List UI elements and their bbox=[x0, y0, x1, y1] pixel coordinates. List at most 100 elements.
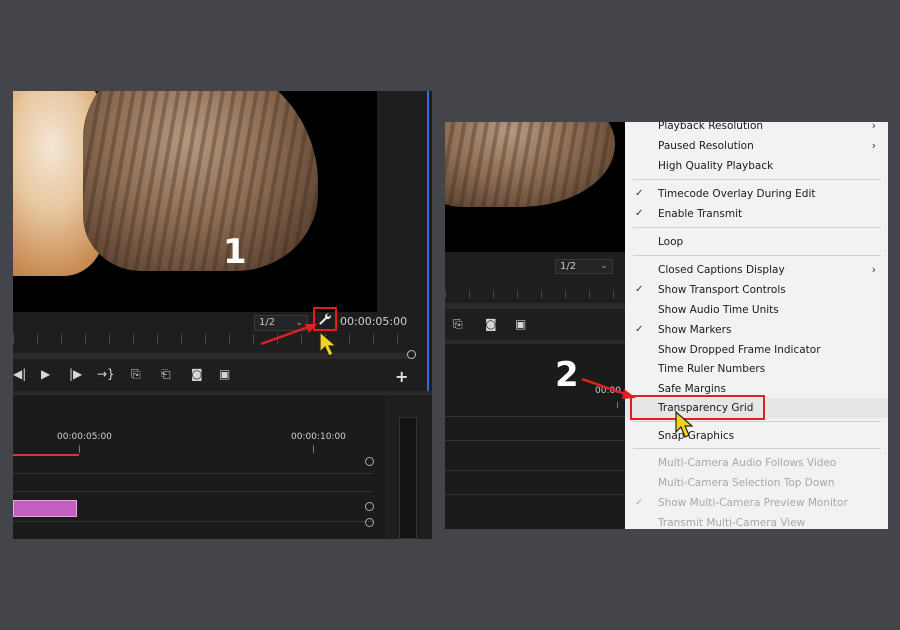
scrub-bar[interactable] bbox=[13, 353, 413, 359]
menu-separator bbox=[633, 255, 881, 256]
audio-meter bbox=[399, 417, 417, 539]
chevron-down-icon: ⌄ bbox=[600, 261, 608, 271]
menu-item[interactable]: High Quality Playback bbox=[625, 156, 888, 176]
scroll-handle[interactable] bbox=[365, 502, 374, 511]
menu-item-label: Playback Resolution bbox=[658, 122, 764, 132]
menu-item-label: Show Markers bbox=[658, 324, 732, 336]
scrub-bar[interactable] bbox=[445, 303, 625, 309]
menu-item[interactable]: Loop bbox=[625, 232, 888, 252]
track-divider bbox=[445, 494, 625, 495]
track-divider bbox=[445, 440, 625, 441]
compare-view-icon[interactable]: ▣ bbox=[219, 367, 230, 381]
overwrite-icon[interactable]: ⎗ bbox=[161, 367, 171, 382]
menu-item-label: High Quality Playback bbox=[658, 160, 774, 172]
timeline-panel: 00:00 bbox=[445, 344, 625, 529]
menu-item-label: Safe Margins bbox=[658, 383, 726, 395]
menu-item[interactable]: Playback Resolution › bbox=[625, 122, 888, 136]
menu-item-label: Time Ruler Numbers bbox=[658, 363, 766, 375]
timeline-time-label: 00:00:05:00 bbox=[57, 432, 112, 442]
step-2-label: 2 bbox=[555, 355, 579, 395]
menu-item-label: Show Audio Time Units bbox=[658, 304, 779, 316]
menu-item: ✓ Show Multi-Camera Preview Monitor bbox=[625, 493, 888, 513]
step-forward-icon[interactable]: |▶ bbox=[69, 367, 82, 381]
menu-item-label: Multi-Camera Audio Follows Video bbox=[658, 457, 837, 469]
ruler-mark bbox=[79, 445, 80, 453]
annotation-arrow-1 bbox=[260, 324, 317, 346]
submenu-arrow-icon: › bbox=[871, 139, 876, 152]
timeline-panel: 00:00:05:00 00:00:10:00 bbox=[13, 395, 385, 539]
scrub-end-handle[interactable] bbox=[407, 350, 416, 359]
scroll-handle[interactable] bbox=[365, 518, 374, 527]
cat-tabby-image bbox=[83, 91, 318, 271]
menu-item: Multi-Camera Selection Top Down bbox=[625, 473, 888, 493]
menu-item[interactable]: Show Audio Time Units bbox=[625, 300, 888, 320]
timeline-time-label: 00:00:10:00 bbox=[291, 432, 346, 442]
menu-item[interactable]: Closed Captions Display › bbox=[625, 260, 888, 280]
checkmark-icon: ✓ bbox=[635, 208, 644, 219]
cursor-pointer-icon bbox=[319, 330, 338, 357]
checkmark-icon: ✓ bbox=[635, 284, 644, 295]
track-divider bbox=[445, 416, 625, 417]
menu-item[interactable]: ✓ Timecode Overlay During Edit bbox=[625, 184, 888, 204]
panel-focus-border bbox=[427, 91, 429, 391]
play-icon[interactable]: ▶ bbox=[41, 367, 50, 381]
scroll-handle[interactable] bbox=[365, 457, 374, 466]
highlight-box-transparency-grid bbox=[630, 395, 765, 420]
menu-item[interactable]: Paused Resolution › bbox=[625, 136, 888, 156]
menu-item[interactable]: ✓ Enable Transmit bbox=[625, 204, 888, 224]
menu-separator bbox=[633, 448, 881, 449]
transport-controls: ◀| ▶ |▶ →} ⎘ ⎗ ◙ ▣ bbox=[13, 363, 423, 387]
menu-item-label: Multi-Camera Selection Top Down bbox=[658, 477, 835, 489]
camera-icon[interactable]: ◙ bbox=[485, 317, 497, 331]
checkmark-icon: ✓ bbox=[635, 324, 644, 335]
time-ruler bbox=[445, 290, 625, 298]
time-ruler bbox=[13, 334, 413, 344]
camera-icon[interactable]: ◙ bbox=[191, 367, 203, 381]
add-button[interactable]: + bbox=[395, 367, 408, 386]
track-divider bbox=[13, 473, 373, 474]
menu-item[interactable]: Snap Graphics bbox=[625, 426, 888, 446]
menu-item-label: Show Transport Controls bbox=[658, 284, 786, 296]
program-monitor-right: 1/2 ⌄ ⎘ ◙ ▣ 00:00 Playback Resolution › Pa… bbox=[445, 122, 888, 529]
insert-icon[interactable]: ⎘ bbox=[131, 367, 141, 382]
menu-item-label: Show Multi-Camera Preview Monitor bbox=[658, 497, 848, 509]
go-to-out-icon[interactable]: →} bbox=[97, 367, 115, 381]
checkmark-icon: ✓ bbox=[635, 497, 644, 508]
menu-item-label: Loop bbox=[658, 236, 684, 248]
checkmark-icon: ✓ bbox=[635, 188, 644, 199]
submenu-arrow-icon: › bbox=[871, 263, 876, 276]
track-divider bbox=[13, 491, 373, 492]
menu-item-label: Closed Captions Display bbox=[658, 264, 785, 276]
cat-tabby-image bbox=[445, 122, 615, 207]
menu-separator bbox=[633, 421, 881, 422]
playhead-timecode[interactable]: 00:00:05:00 bbox=[340, 315, 407, 328]
menu-item[interactable]: ✓ Show Markers bbox=[625, 320, 888, 340]
playback-resolution-select[interactable]: 1/2 ⌄ bbox=[555, 259, 613, 274]
menu-item-label: Timecode Overlay During Edit bbox=[658, 188, 816, 200]
program-monitor-left: 1/2 ⌄ 00:00:05:00 ◀| ▶ |▶ →} ⎘ ⎗ ◙ ▣ + 0… bbox=[13, 91, 432, 539]
menu-item[interactable]: Time Ruler Numbers bbox=[625, 359, 888, 379]
submenu-arrow-icon: › bbox=[871, 122, 876, 132]
video-preview bbox=[13, 91, 377, 312]
menu-separator bbox=[633, 179, 881, 180]
menu-item-label: Paused Resolution bbox=[658, 140, 754, 152]
ruler-mark bbox=[313, 445, 314, 453]
track-divider bbox=[13, 521, 373, 522]
menu-item[interactable]: Show Dropped Frame Indicator bbox=[625, 340, 888, 360]
cursor-pointer-icon bbox=[675, 410, 694, 438]
menu-item-label: Show Dropped Frame Indicator bbox=[658, 344, 821, 356]
menu-separator bbox=[633, 227, 881, 228]
monitor-settings-menu: Playback Resolution › Paused Resolution › Hi… bbox=[625, 122, 888, 529]
insert-icon[interactable]: ⎘ bbox=[453, 317, 463, 332]
menu-item-label: Snap Graphics bbox=[658, 430, 735, 442]
track-divider bbox=[445, 470, 625, 471]
timeline-clip[interactable] bbox=[13, 500, 77, 517]
compare-view-icon[interactable]: ▣ bbox=[515, 317, 526, 331]
resolution-value: 1/2 bbox=[560, 261, 577, 272]
playhead-indicator[interactable] bbox=[13, 454, 79, 456]
menu-item: Multi-Camera Audio Follows Video bbox=[625, 453, 888, 473]
menu-item-label: Transmit Multi-Camera View bbox=[658, 517, 806, 529]
step-1-label: 1 bbox=[223, 232, 247, 272]
menu-item[interactable]: ✓ Show Transport Controls bbox=[625, 280, 888, 300]
step-back-icon[interactable]: ◀| bbox=[13, 367, 26, 381]
